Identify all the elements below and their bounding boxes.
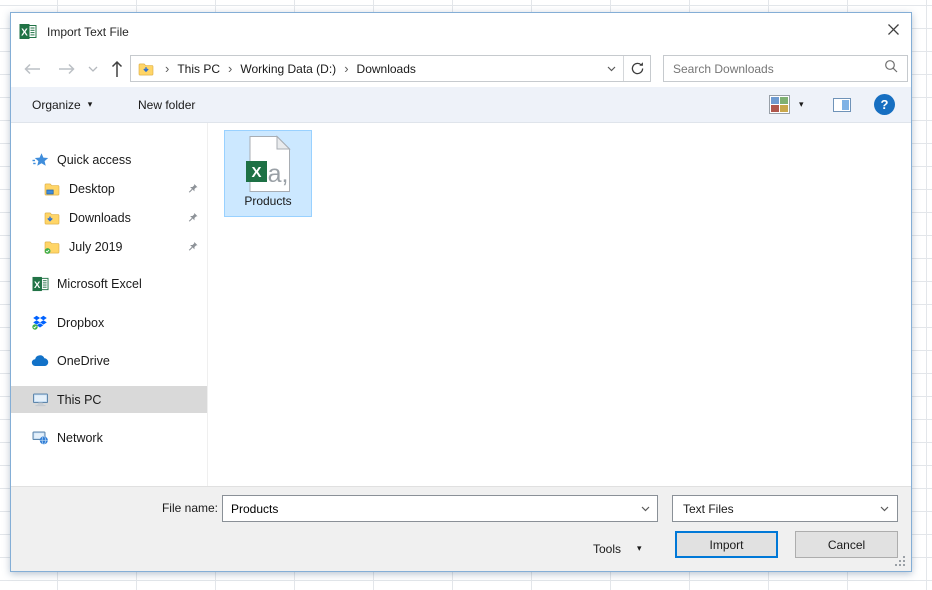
sidebar-item-label: Desktop — [69, 182, 115, 196]
sidebar-item-desktop[interactable]: Desktop — [11, 175, 207, 202]
new-folder-button[interactable]: New folder — [138, 87, 195, 122]
desktop-folder-icon — [43, 182, 61, 196]
cancel-button-label: Cancel — [828, 538, 865, 552]
resize-grip[interactable] — [895, 556, 906, 567]
import-button[interactable]: Import — [675, 531, 778, 558]
excel-worksheet-background: X Import Text File — [0, 0, 932, 590]
excel-icon: X — [31, 276, 49, 292]
window-title: Import Text File — [47, 25, 129, 39]
pin-icon — [183, 210, 201, 228]
back-arrow-icon[interactable] — [20, 57, 44, 81]
sidebar-item-downloads[interactable]: Downloads — [11, 204, 207, 231]
file-type-dropdown-chevron-icon — [872, 506, 896, 512]
search-icon — [884, 59, 898, 78]
sidebar-item-dropbox[interactable]: Dropbox — [11, 309, 207, 336]
help-icon: ? — [881, 97, 889, 112]
network-icon — [31, 430, 49, 445]
synced-folder-icon — [43, 240, 61, 254]
downloads-folder-icon — [43, 211, 61, 225]
file-name-label: Products — [244, 194, 291, 208]
breadcrumb-this-pc[interactable]: This PC — [175, 62, 222, 76]
organize-label: Organize — [32, 98, 81, 112]
dropbox-icon — [31, 315, 49, 330]
navigation-bar: › This PC › Working Data (D:) › Download… — [11, 51, 911, 87]
chevron-down-icon: ▾ — [799, 100, 804, 109]
address-bar[interactable]: › This PC › Working Data (D:) › Download… — [130, 55, 651, 82]
change-view-button[interactable]: ▾ — [769, 87, 804, 122]
file-list-area: X a, Products — [207, 123, 911, 486]
breadcrumb-separator: › — [159, 61, 175, 76]
sidebar-item-label: Microsoft Excel — [57, 277, 142, 291]
this-pc-icon — [31, 392, 49, 407]
import-button-label: Import — [709, 538, 743, 552]
sidebar-item-quick-access[interactable]: Quick access — [11, 146, 207, 173]
new-folder-label: New folder — [138, 98, 195, 112]
forward-arrow-icon[interactable] — [54, 57, 78, 81]
sidebar-item-label: Downloads — [69, 211, 131, 225]
sidebar-item-label: Network — [57, 431, 103, 445]
cancel-button[interactable]: Cancel — [795, 531, 898, 558]
svg-text:X: X — [21, 28, 28, 39]
quick-access-star-icon — [31, 152, 49, 168]
excel-text-file-icon: X a, — [245, 135, 291, 193]
close-icon[interactable] — [884, 20, 903, 39]
pin-icon — [183, 181, 201, 199]
onedrive-icon — [31, 355, 49, 367]
breadcrumb-working-data[interactable]: Working Data (D:) — [238, 62, 338, 76]
view-thumbnails-icon — [769, 95, 790, 114]
sidebar-item-label: Quick access — [57, 153, 131, 167]
dialog-footer: File name: Text Files Tools ▾ Import — [11, 486, 911, 571]
recent-locations-chevron-icon[interactable] — [86, 57, 100, 81]
address-dropdown-chevron-icon[interactable] — [599, 66, 623, 72]
downloads-folder-icon — [138, 62, 154, 76]
file-type-value: Text Files — [683, 502, 734, 516]
preview-pane-button[interactable] — [833, 87, 851, 122]
sidebar-item-label: July 2019 — [69, 240, 123, 254]
up-arrow-icon[interactable] — [105, 57, 129, 81]
search-box — [663, 55, 908, 82]
sidebar-item-this-pc[interactable]: This PC — [11, 386, 207, 413]
navigation-sidebar: Quick access Desktop — [11, 123, 207, 486]
sidebar-item-microsoft-excel[interactable]: X Microsoft Excel — [11, 270, 207, 297]
svg-text:X: X — [251, 164, 261, 181]
help-button[interactable]: ? — [874, 94, 895, 115]
sidebar-item-network[interactable]: Network — [11, 424, 207, 451]
chevron-down-icon: ▾ — [88, 100, 93, 109]
sidebar-item-label: OneDrive — [57, 354, 110, 368]
file-name-dropdown-chevron-icon[interactable] — [633, 506, 657, 512]
file-item-products[interactable]: X a, Products — [224, 130, 312, 217]
pin-icon — [183, 239, 201, 257]
sidebar-item-onedrive[interactable]: OneDrive — [11, 347, 207, 374]
organize-button[interactable]: Organize ▾ — [32, 87, 92, 122]
refresh-icon[interactable] — [623, 56, 650, 81]
sidebar-item-label: This PC — [57, 393, 101, 407]
chevron-down-icon: ▾ — [637, 544, 642, 553]
breadcrumb-separator: › — [222, 61, 238, 76]
file-name-input[interactable] — [223, 502, 633, 516]
import-text-file-dialog: X Import Text File — [10, 12, 912, 572]
sidebar-item-label: Dropbox — [57, 316, 104, 330]
breadcrumb-downloads[interactable]: Downloads — [355, 62, 418, 76]
search-input[interactable] — [673, 62, 884, 76]
file-name-combobox — [222, 495, 658, 522]
dialog-content: Quick access Desktop — [11, 123, 911, 486]
preview-pane-icon — [833, 98, 851, 112]
command-toolbar: Organize ▾ New folder ▾ ? — [11, 87, 911, 123]
excel-app-icon: X — [19, 23, 37, 45]
svg-text:a,: a, — [268, 160, 289, 188]
tools-dropdown[interactable]: Tools ▾ — [593, 535, 642, 562]
svg-text:X: X — [34, 278, 41, 289]
sidebar-item-july-2019[interactable]: July 2019 — [11, 233, 207, 260]
title-bar: X Import Text File — [11, 13, 911, 51]
file-type-select[interactable]: Text Files — [672, 495, 898, 522]
breadcrumb-separator: › — [338, 61, 354, 76]
tools-label: Tools — [593, 542, 621, 556]
file-name-field-label: File name: — [11, 501, 218, 515]
